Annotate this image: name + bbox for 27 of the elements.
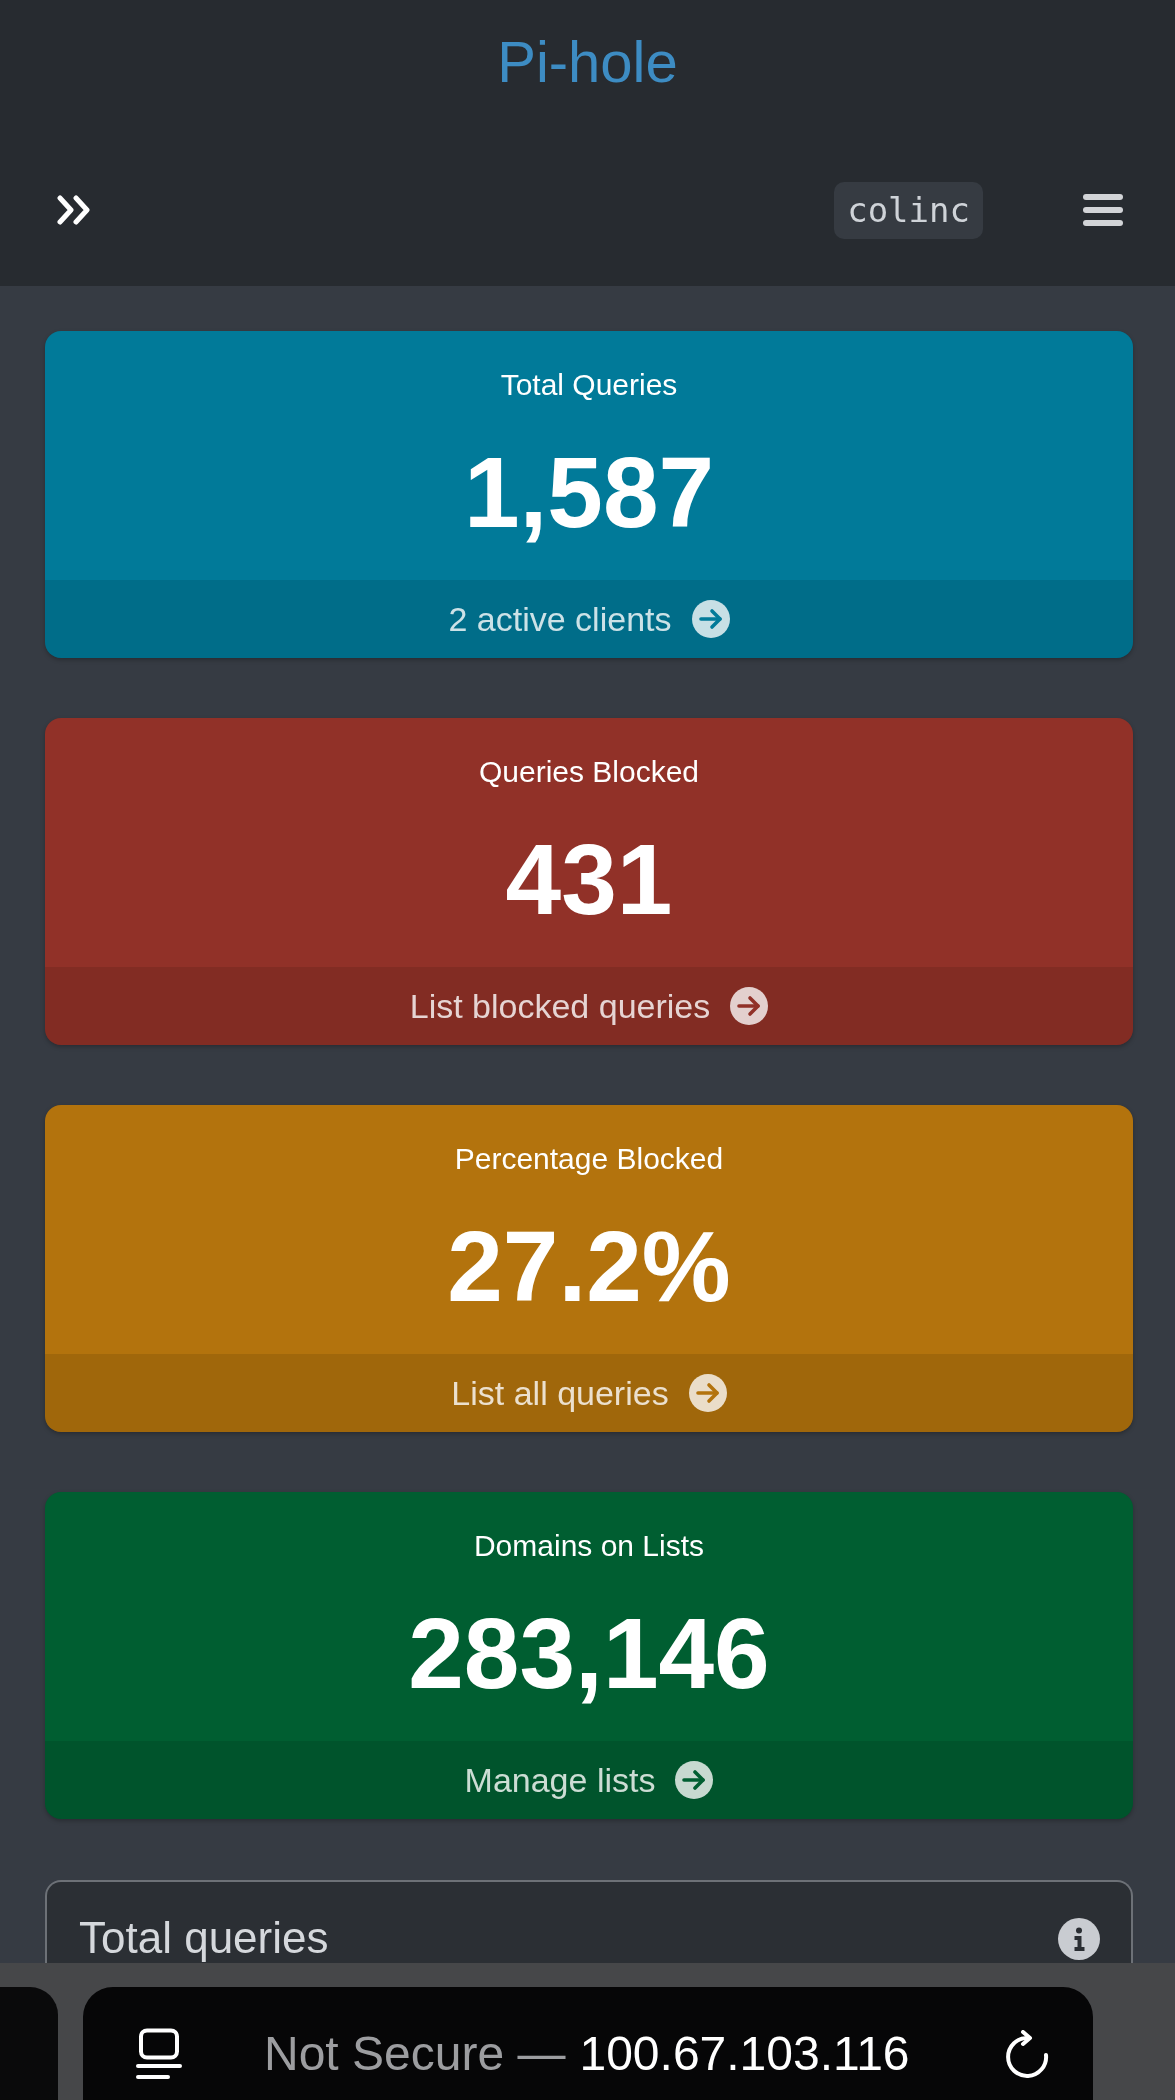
info-icon[interactable] (1058, 1918, 1100, 1960)
card-footer-link[interactable]: 2 active clients (45, 580, 1133, 658)
arrow-circle-icon (675, 1761, 714, 1799)
double-chevron-icon[interactable] (57, 195, 91, 225)
arrow-circle-icon (688, 1374, 727, 1412)
arrow-circle-icon (730, 987, 769, 1025)
page-menu-icon[interactable] (136, 2028, 182, 2080)
stat-title: Percentage Blocked (454, 1141, 724, 1177)
username-badge[interactable]: colinc (834, 181, 983, 239)
arrow-circle-icon (691, 600, 730, 638)
stat-title: Total Queries (500, 367, 678, 403)
panel-title: Total queries (79, 1912, 329, 1963)
card-footer-link[interactable]: List blocked queries (45, 967, 1133, 1045)
menu-icon[interactable] (1083, 194, 1123, 226)
stat-value: 1,587 (463, 437, 715, 547)
stat-value: 283,146 (408, 1598, 770, 1708)
url-text[interactable]: 100.67.103.116 (579, 2026, 910, 2082)
card-footer-link[interactable]: List all queries (45, 1354, 1133, 1432)
stat-value: 431 (505, 824, 673, 934)
reload-icon[interactable] (1005, 2030, 1051, 2078)
security-label: Not Secure — (264, 2026, 566, 2082)
stat-value: 27.2% (447, 1211, 731, 1321)
stat-title: Queries Blocked (478, 754, 700, 790)
address-bar[interactable]: Not Secure — 100.67.103.116 (83, 1987, 1093, 2100)
pi-hole-logo[interactable]: Pi-hole (497, 27, 678, 97)
stat-title: Domains on Lists (473, 1528, 705, 1564)
card-footer-link[interactable]: Manage lists (45, 1741, 1133, 1819)
